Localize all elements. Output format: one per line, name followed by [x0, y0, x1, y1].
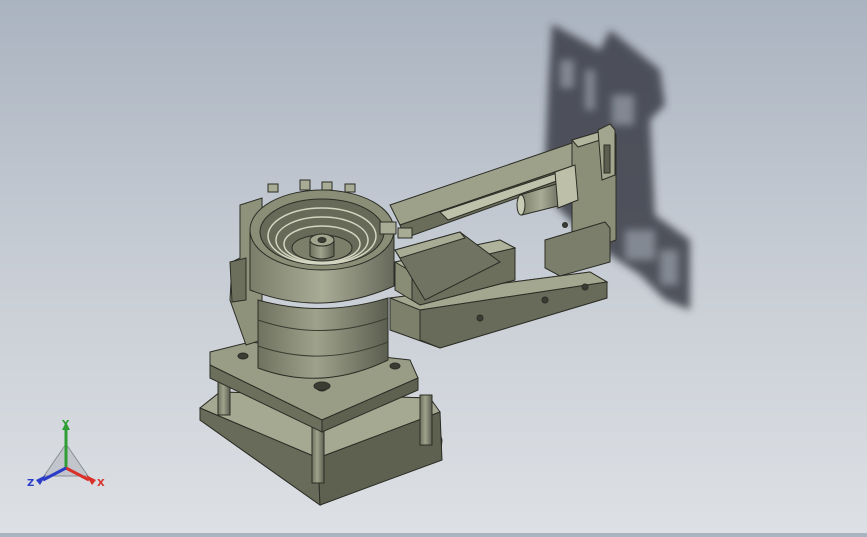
vibratory-bowl[interactable] — [249, 189, 395, 304]
3d-viewport[interactable]: Y X Z — [0, 0, 867, 533]
y-axis-label: Y — [61, 419, 70, 430]
model-render[interactable] — [0, 0, 867, 533]
z-axis-label: Z — [27, 478, 34, 489]
view-orientation-triad[interactable]: Y X Z — [26, 418, 106, 494]
x-axis-label: X — [97, 478, 105, 489]
